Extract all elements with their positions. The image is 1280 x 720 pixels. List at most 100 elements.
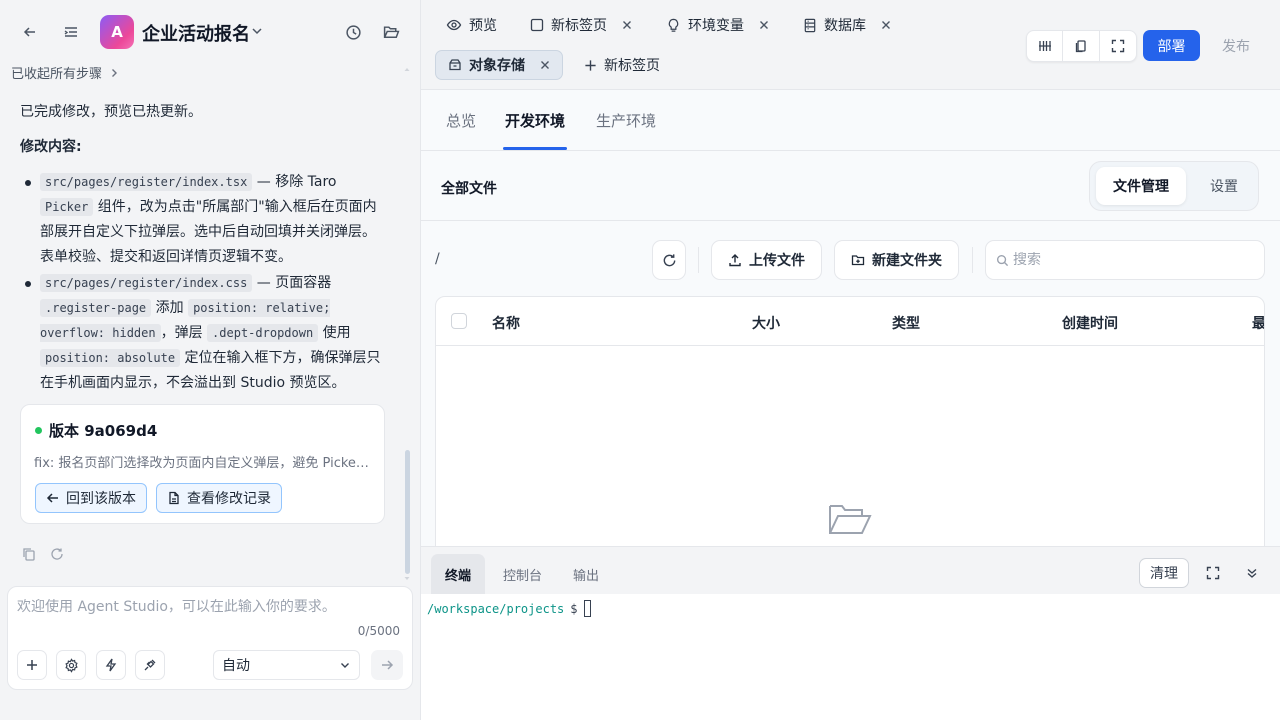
message-intro: 已完成修改，预览已热更新。 xyxy=(20,104,202,120)
tab-output[interactable]: 输出 xyxy=(559,554,613,594)
regenerate-icon[interactable] xyxy=(50,547,64,561)
refresh-icon xyxy=(663,253,675,266)
chevron-down-icon xyxy=(341,663,349,668)
terminal-cwd: /workspace/projects xyxy=(427,601,565,616)
close-icon[interactable] xyxy=(881,20,891,30)
files-header: 全部文件 文件管理 设置 xyxy=(421,151,1280,221)
collapse-panel-icon[interactable] xyxy=(1239,560,1265,586)
tab-overview[interactable]: 总览 xyxy=(446,110,476,131)
tab-terminal[interactable]: 终端 xyxy=(431,554,486,594)
publish-button[interactable]: 发布 xyxy=(1208,30,1264,61)
new-tab-button[interactable]: 新标签页 xyxy=(584,50,660,80)
status-dot xyxy=(35,427,42,434)
app-title[interactable]: 企业活动报名 xyxy=(142,20,250,46)
select-all-checkbox[interactable] xyxy=(451,313,467,329)
refresh-button[interactable] xyxy=(652,240,686,280)
terminal[interactable]: /workspace/projects $ xyxy=(421,594,1280,720)
fullscreen-button[interactable] xyxy=(1100,31,1136,61)
sidebar-toggle-icon[interactable] xyxy=(58,19,84,45)
mode-select[interactable]: 自动 xyxy=(213,650,360,680)
active-tab-indicator xyxy=(503,147,567,150)
list-item: src/pages/register/index.css — 页面容器 .reg… xyxy=(20,271,385,396)
list-item: src/pages/register/index.tsx — 移除 Taro P… xyxy=(20,170,385,270)
search-icon xyxy=(996,254,1009,266)
arrow-right-icon xyxy=(382,660,394,670)
tab-database[interactable]: 数据库 xyxy=(803,10,891,40)
send-button[interactable] xyxy=(371,650,403,680)
char-count: 0/5000 xyxy=(357,624,400,638)
column-name[interactable]: 名称 xyxy=(492,313,520,333)
file-browser: / 上传文件 新建文件夹 名称 大小 类型 创建时间 最 xyxy=(421,221,1280,546)
column-created[interactable]: 创建时间 xyxy=(1062,313,1118,333)
empty-folder-icon xyxy=(828,502,872,536)
app-logo: A xyxy=(100,15,134,49)
terminal-cursor xyxy=(583,600,591,617)
breadcrumb[interactable]: / xyxy=(435,251,440,267)
database-icon xyxy=(804,18,816,32)
column-size[interactable]: 大小 xyxy=(752,313,780,333)
copy-icon xyxy=(1075,40,1086,53)
section-title: 全部文件 xyxy=(441,181,497,197)
folder-icon[interactable] xyxy=(378,19,404,45)
divider xyxy=(972,247,973,273)
changes-heading: 修改内容: xyxy=(20,139,82,155)
close-icon[interactable] xyxy=(540,60,550,70)
file-search[interactable] xyxy=(985,240,1265,280)
bulb-icon xyxy=(668,18,679,32)
plug-icon xyxy=(144,659,156,671)
skills-button[interactable] xyxy=(96,650,126,680)
new-folder-button[interactable]: 新建文件夹 xyxy=(834,240,959,280)
chevron-right-icon xyxy=(112,68,118,77)
file-table: 名称 大小 类型 创建时间 最 xyxy=(435,296,1265,546)
plus-icon xyxy=(27,660,37,670)
message-actions xyxy=(22,547,64,561)
copy-button[interactable] xyxy=(1063,31,1100,61)
version-title: 版本 9a069d4 xyxy=(49,422,158,440)
assistant-message: 已完成修改，预览已热更新。 修改内容: src/pages/register/i… xyxy=(20,100,385,397)
integrations-button[interactable] xyxy=(135,650,165,680)
maximize-icon[interactable] xyxy=(1200,560,1226,586)
scrollbar-thumb[interactable] xyxy=(405,450,410,574)
back-arrow-icon[interactable] xyxy=(17,19,43,45)
settings-button[interactable] xyxy=(56,650,86,680)
deploy-button[interactable]: 部署 xyxy=(1143,30,1200,61)
tab-preview[interactable]: 预览 xyxy=(446,10,497,40)
add-attachment-button[interactable] xyxy=(17,650,47,680)
close-icon[interactable] xyxy=(759,20,769,30)
tab-env-vars[interactable]: 环境变量 xyxy=(666,10,769,40)
column-type[interactable]: 类型 xyxy=(892,313,920,333)
table-header: 名称 大小 类型 创建时间 最 xyxy=(436,297,1264,346)
folder-plus-icon xyxy=(851,255,865,266)
tab-new-tab[interactable]: 新标签页 xyxy=(530,10,632,40)
file-manager-tab[interactable]: 文件管理 xyxy=(1096,167,1186,205)
lightning-icon xyxy=(105,658,117,672)
column-modified[interactable]: 最 xyxy=(1252,313,1264,333)
history-icon[interactable] xyxy=(340,19,366,45)
storage-icon xyxy=(449,59,461,71)
divider xyxy=(698,247,699,273)
inspect-button[interactable] xyxy=(1027,31,1064,61)
upload-file-button[interactable]: 上传文件 xyxy=(711,240,822,280)
close-icon[interactable] xyxy=(622,20,632,30)
view-toolbar xyxy=(1026,30,1137,62)
arrow-left-icon xyxy=(46,493,58,503)
tab-prod-env[interactable]: 生产环境 xyxy=(596,110,656,131)
collapse-steps-toggle[interactable]: 已收起所有步骤 xyxy=(11,63,120,82)
version-card: 版本 9a069d4 fix: 报名页部门选择改为页面内自定义弹层，避免 Pic… xyxy=(20,404,385,524)
search-input[interactable] xyxy=(1013,252,1243,268)
storage-settings-tab[interactable]: 设置 xyxy=(1193,167,1255,205)
terminal-tab-bar: 终端 控制台 输出 清理 xyxy=(421,546,1280,594)
revert-version-button[interactable]: 回到该版本 xyxy=(35,483,147,513)
tab-dev-env[interactable]: 开发环境 xyxy=(505,110,565,131)
upload-icon xyxy=(729,254,741,267)
sliders-icon xyxy=(1038,41,1051,51)
clear-button[interactable]: 清理 xyxy=(1139,558,1189,588)
tab-console[interactable]: 控制台 xyxy=(489,554,556,594)
plus-icon xyxy=(585,59,596,71)
chevron-down-icon[interactable] xyxy=(250,24,264,38)
workspace-panel: 预览 新标签页 环境变量 数据库 对象存储 新标签页 部署 发布 总览 开发环境… xyxy=(421,0,1280,720)
tab-object-storage[interactable]: 对象存储 xyxy=(435,50,563,80)
prompt-input[interactable] xyxy=(17,599,402,615)
copy-icon[interactable] xyxy=(22,547,36,561)
view-history-button[interactable]: 查看修改记录 xyxy=(156,483,282,513)
